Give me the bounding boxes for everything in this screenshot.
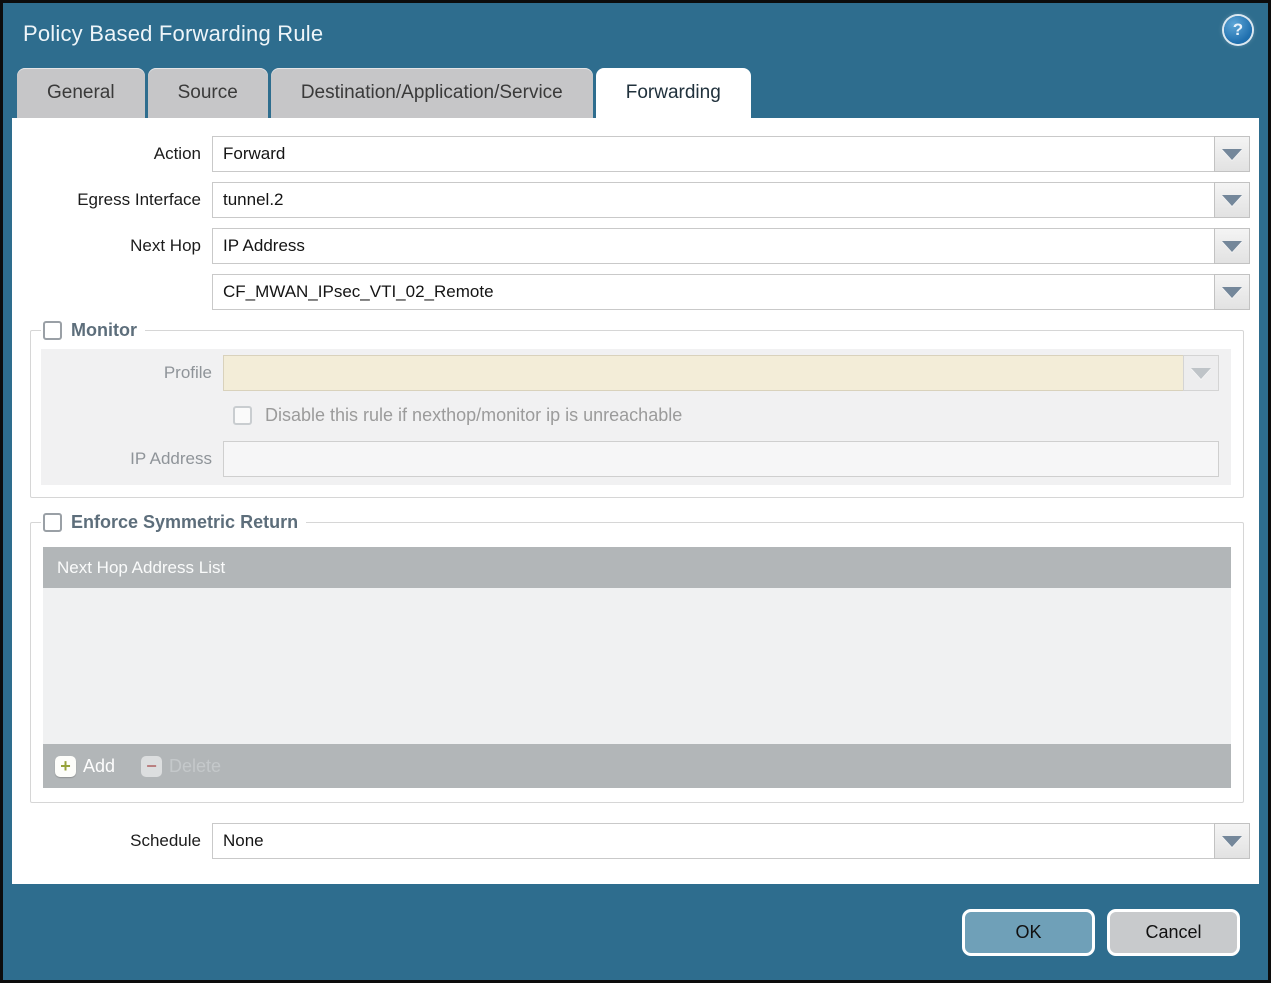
cancel-button[interactable]: Cancel bbox=[1107, 909, 1240, 956]
add-button[interactable]: + Add bbox=[55, 756, 115, 777]
next-hop-address-value: CF_MWAN_IPsec_VTI_02_Remote bbox=[212, 274, 1214, 310]
disable-rule-label: Disable this rule if nexthop/monitor ip … bbox=[265, 405, 682, 426]
action-select[interactable]: Forward bbox=[212, 136, 1250, 172]
help-icon[interactable]: ? bbox=[1224, 16, 1252, 44]
monitor-checkbox[interactable] bbox=[43, 321, 62, 340]
egress-interface-row: Egress Interface tunnel.2 bbox=[12, 182, 1250, 218]
next-hop-address-list-body[interactable] bbox=[43, 588, 1231, 744]
chevron-down-icon bbox=[1222, 241, 1242, 252]
chevron-down-icon bbox=[1222, 836, 1242, 847]
next-hop-row: Next Hop IP Address bbox=[12, 228, 1250, 264]
tab-destination-application-service[interactable]: Destination/Application/Service bbox=[271, 68, 593, 118]
tab-forwarding[interactable]: Forwarding bbox=[596, 68, 751, 118]
tab-bar: General Source Destination/Application/S… bbox=[3, 68, 1268, 118]
delete-button-label: Delete bbox=[169, 756, 221, 777]
symmetric-return-checkbox[interactable] bbox=[43, 513, 62, 532]
ok-button[interactable]: OK bbox=[962, 909, 1095, 956]
chevron-down-icon bbox=[1222, 287, 1242, 298]
monitor-ip-address-row: IP Address bbox=[41, 441, 1219, 477]
minus-icon: − bbox=[141, 756, 162, 777]
tab-source[interactable]: Source bbox=[148, 68, 268, 118]
dialog-title: Policy Based Forwarding Rule bbox=[23, 21, 323, 47]
action-label: Action bbox=[12, 144, 212, 164]
schedule-row: Schedule None bbox=[12, 823, 1250, 859]
monitor-group: Monitor Profile Disable this rule if nex… bbox=[30, 320, 1244, 498]
plus-icon: + bbox=[55, 756, 76, 777]
title-bar: Policy Based Forwarding Rule ? bbox=[3, 3, 1268, 68]
schedule-dropdown-button[interactable] bbox=[1214, 823, 1250, 859]
egress-interface-dropdown-button[interactable] bbox=[1214, 182, 1250, 218]
monitor-legend: Monitor bbox=[41, 320, 145, 341]
schedule-select[interactable]: None bbox=[212, 823, 1250, 859]
next-hop-label: Next Hop bbox=[12, 236, 212, 256]
action-value: Forward bbox=[212, 136, 1214, 172]
disable-rule-row: Disable this rule if nexthop/monitor ip … bbox=[233, 405, 1219, 426]
next-hop-address-list-toolbar: + Add − Delete bbox=[43, 744, 1231, 788]
next-hop-address-row: CF_MWAN_IPsec_VTI_02_Remote bbox=[12, 274, 1250, 310]
action-row: Action Forward bbox=[12, 136, 1250, 172]
profile-label: Profile bbox=[41, 363, 223, 383]
chevron-down-icon bbox=[1191, 368, 1211, 379]
tab-general[interactable]: General bbox=[17, 68, 145, 118]
monitor-ip-address-label: IP Address bbox=[41, 449, 223, 469]
monitor-legend-label: Monitor bbox=[71, 320, 137, 341]
egress-interface-select[interactable]: tunnel.2 bbox=[212, 182, 1250, 218]
schedule-value: None bbox=[212, 823, 1214, 859]
next-hop-address-list-table: Next Hop Address List + Add − Delete bbox=[43, 547, 1231, 788]
monitor-ip-address-input bbox=[223, 441, 1219, 477]
next-hop-type-value: IP Address bbox=[212, 228, 1214, 264]
next-hop-dropdown-button[interactable] bbox=[1214, 228, 1250, 264]
forwarding-tab-panel: Action Forward Egress Interface tunnel.2… bbox=[12, 118, 1259, 884]
chevron-down-icon bbox=[1222, 149, 1242, 160]
egress-interface-value: tunnel.2 bbox=[212, 182, 1214, 218]
schedule-label: Schedule bbox=[12, 831, 212, 851]
dialog-footer: OK Cancel bbox=[3, 884, 1268, 980]
chevron-down-icon bbox=[1222, 195, 1242, 206]
action-dropdown-button[interactable] bbox=[1214, 136, 1250, 172]
add-button-label: Add bbox=[83, 756, 115, 777]
next-hop-address-list-header: Next Hop Address List bbox=[43, 547, 1231, 588]
profile-select bbox=[223, 355, 1219, 391]
next-hop-type-select[interactable]: IP Address bbox=[212, 228, 1250, 264]
disable-rule-checkbox bbox=[233, 406, 252, 425]
next-hop-address-dropdown-button[interactable] bbox=[1214, 274, 1250, 310]
policy-based-forwarding-dialog: Policy Based Forwarding Rule ? General S… bbox=[0, 0, 1271, 983]
profile-value bbox=[223, 355, 1183, 391]
delete-button: − Delete bbox=[141, 756, 221, 777]
egress-interface-label: Egress Interface bbox=[12, 190, 212, 210]
monitor-panel: Profile Disable this rule if nexthop/mon… bbox=[41, 349, 1231, 485]
profile-dropdown-button bbox=[1183, 355, 1219, 391]
symmetric-return-group: Enforce Symmetric Return Next Hop Addres… bbox=[30, 512, 1244, 803]
next-hop-address-select[interactable]: CF_MWAN_IPsec_VTI_02_Remote bbox=[212, 274, 1250, 310]
symmetric-return-legend-label: Enforce Symmetric Return bbox=[71, 512, 298, 533]
symmetric-return-legend: Enforce Symmetric Return bbox=[41, 512, 306, 533]
profile-row: Profile bbox=[41, 355, 1219, 391]
